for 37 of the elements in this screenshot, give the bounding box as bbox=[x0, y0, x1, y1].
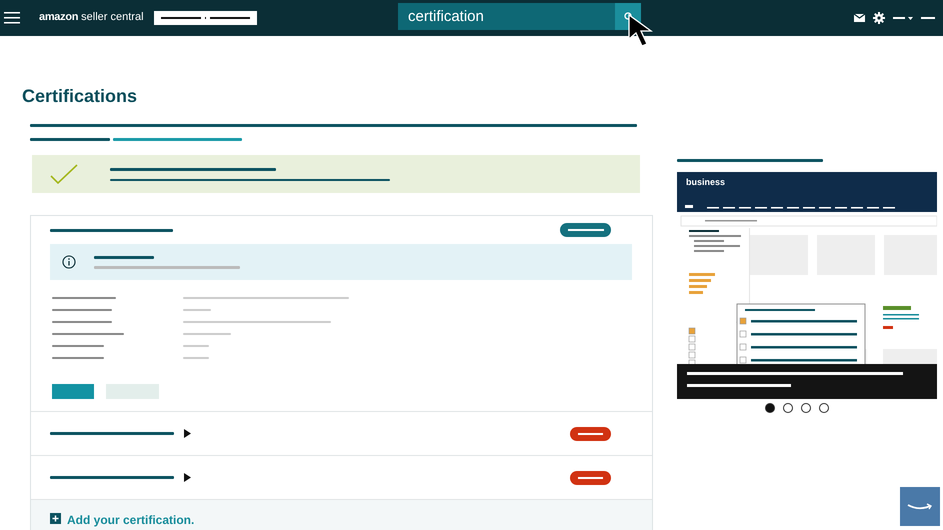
expand-arrow-icon[interactable] bbox=[184, 429, 191, 438]
logo-product: seller central bbox=[81, 11, 144, 23]
placeholder-line bbox=[52, 297, 116, 299]
amazon-smile-button[interactable] bbox=[900, 487, 940, 526]
add-certification-link[interactable]: Add your certification. bbox=[67, 513, 194, 527]
smile-arrow-icon bbox=[907, 502, 933, 510]
placeholder-line bbox=[921, 17, 935, 19]
placeholder-line bbox=[94, 256, 154, 258]
placeholder-line bbox=[52, 309, 112, 311]
settings-icon[interactable] bbox=[873, 12, 885, 24]
illustration-logo: business bbox=[686, 177, 726, 187]
checkmark-icon bbox=[50, 164, 78, 184]
placeholder-line bbox=[52, 333, 124, 335]
carousel-dot[interactable] bbox=[765, 403, 775, 413]
carousel-dot[interactable] bbox=[783, 403, 793, 413]
status-badge bbox=[570, 426, 611, 440]
placeholder-line bbox=[52, 321, 112, 323]
status-badge bbox=[570, 470, 611, 484]
logo-brand: amazon bbox=[39, 11, 78, 25]
action-button[interactable] bbox=[560, 223, 611, 237]
placeholder-line bbox=[183, 357, 209, 359]
menu-icon[interactable] bbox=[4, 12, 20, 24]
page-title: Certifications bbox=[22, 86, 138, 106]
add-icon[interactable] bbox=[50, 513, 61, 524]
placeholder-line bbox=[52, 345, 104, 347]
placeholder-line bbox=[183, 309, 211, 311]
placeholder-line bbox=[183, 345, 209, 347]
placeholder-line bbox=[52, 357, 104, 359]
carousel-dot[interactable] bbox=[819, 403, 829, 413]
placeholder-line bbox=[183, 333, 231, 335]
expand-arrow-icon[interactable] bbox=[184, 473, 191, 482]
search-field[interactable]: certification bbox=[398, 3, 615, 30]
info-icon bbox=[62, 255, 76, 269]
language-menu[interactable] bbox=[893, 16, 913, 20]
mail-icon[interactable] bbox=[854, 14, 865, 22]
account-selector[interactable] bbox=[154, 11, 257, 25]
carousel-dot[interactable] bbox=[801, 403, 811, 413]
